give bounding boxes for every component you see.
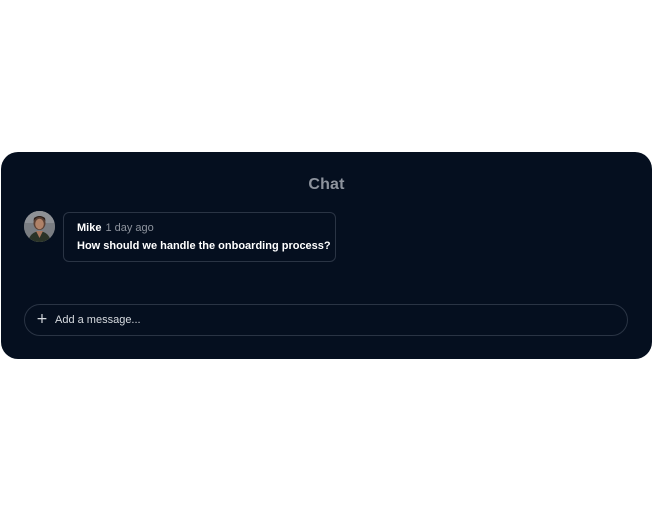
message-author: Mike	[77, 222, 102, 234]
message-input[interactable]	[55, 306, 615, 334]
message-meta: Mike 1 day ago	[77, 222, 154, 234]
chat-panel: Chat Mike 1 day ago How should we handle …	[1, 152, 652, 359]
message-timestamp: 1 day ago	[105, 222, 154, 234]
avatar-image	[24, 211, 55, 242]
message-composer[interactable]: +	[24, 304, 628, 336]
message-text: How should we handle the onboarding proc…	[77, 240, 331, 252]
chat-title: Chat	[308, 176, 345, 193]
plus-icon[interactable]: +	[35, 312, 49, 326]
avatar	[24, 211, 55, 242]
message-bubble: Mike 1 day ago How should we handle the o…	[63, 212, 336, 262]
